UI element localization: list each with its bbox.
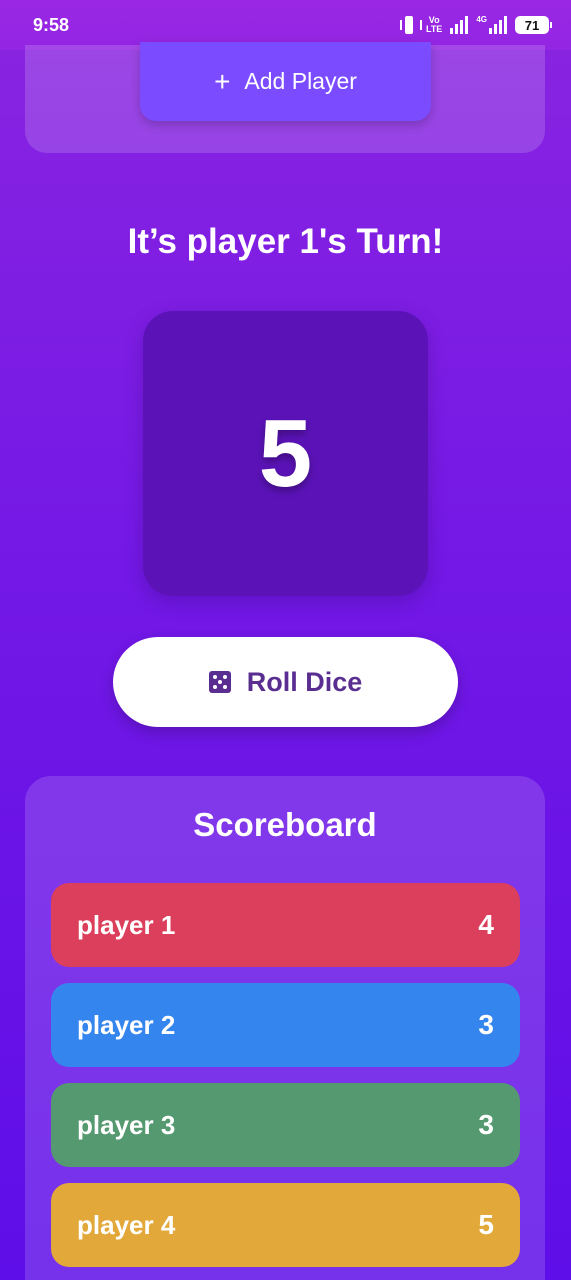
dice-icon	[208, 671, 231, 693]
dice-value: 5	[258, 399, 313, 507]
status-time: 9:58	[33, 14, 70, 35]
score-row-player-4: player 4 5	[51, 1183, 520, 1267]
scoreboard: Scoreboard player 1 4 player 2 3 player …	[25, 776, 545, 1280]
player-score: 3	[478, 1009, 494, 1040]
signal-icon-2	[489, 16, 507, 34]
score-row-player-3: player 3 3	[51, 1083, 520, 1167]
player-name: player 2	[77, 1009, 176, 1040]
plus-icon: +	[214, 65, 231, 97]
dice-display: 5	[143, 311, 428, 596]
signal-icon	[450, 16, 469, 34]
player-name: player 3	[77, 1109, 176, 1140]
vibrate-icon	[399, 15, 422, 35]
score-row-player-1: player 1 4	[51, 883, 520, 967]
player-score: 4	[478, 909, 494, 940]
score-row-player-2: player 2 3	[51, 983, 520, 1067]
volte-icon: Vo LTE	[426, 16, 442, 34]
player-score: 5	[478, 1209, 494, 1240]
scoreboard-title: Scoreboard	[193, 806, 377, 843]
roll-dice-label: Roll Dice	[246, 666, 363, 697]
player-score: 3	[478, 1109, 494, 1140]
roll-dice-button[interactable]: Roll Dice	[113, 637, 458, 727]
player-name: player 4	[77, 1209, 176, 1240]
turn-title: It’s player 1's Turn!	[127, 222, 444, 261]
volte-bottom-label: LTE	[425, 24, 443, 34]
battery-icon: 71	[515, 16, 552, 34]
add-player-label: Add Player	[244, 68, 357, 94]
network-type-label: 4G	[476, 15, 487, 24]
player-name: player 1	[77, 909, 176, 940]
status-icons: Vo LTE 4G 71	[399, 15, 552, 35]
add-player-button[interactable]: + Add Player	[140, 42, 431, 121]
